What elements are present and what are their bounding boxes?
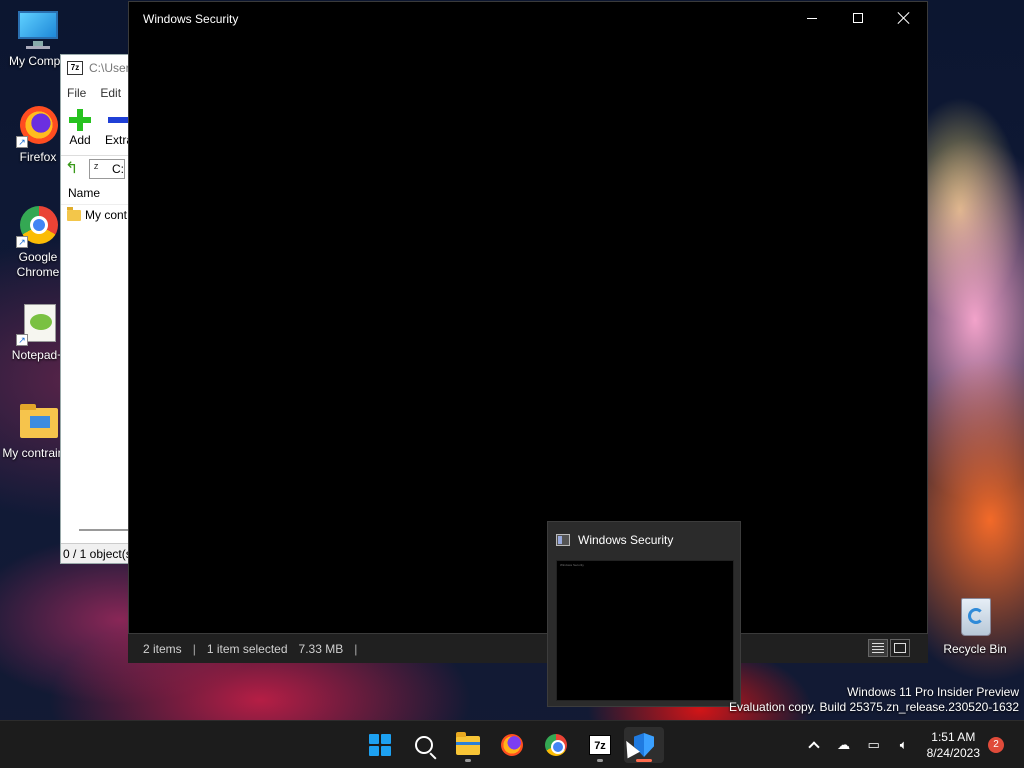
menu-edit[interactable]: Edit bbox=[100, 86, 121, 100]
taskbar-7zip[interactable]: 7z bbox=[580, 727, 620, 763]
explorer-status-bar: 2 items | 1 item selected 7.33 MB | bbox=[128, 634, 928, 663]
shield-icon bbox=[634, 733, 654, 757]
chevron-up-icon bbox=[807, 741, 820, 753]
address-input[interactable]: Z C: bbox=[89, 158, 125, 179]
view-toggle bbox=[868, 639, 910, 657]
status-item-count: 2 items bbox=[143, 641, 182, 656]
taskbar-thumbnail-preview[interactable]: Windows Security Windows Security bbox=[547, 521, 741, 707]
clock-time: 1:51 AM bbox=[931, 730, 976, 744]
watermark-line-2: Evaluation copy. Build 25375.zn_release.… bbox=[729, 700, 1019, 714]
thumbnail-header: Windows Security bbox=[548, 522, 740, 558]
running-indicator bbox=[597, 759, 603, 762]
status-size: 7.33 MB bbox=[298, 641, 344, 656]
desktop-icon-recycle-bin[interactable]: Recycle Bin bbox=[937, 596, 1013, 657]
clock-date: 8/24/2023 bbox=[926, 746, 980, 760]
windows-security-window[interactable]: Windows Security bbox=[128, 1, 928, 634]
thumbnail-title: Windows Security bbox=[578, 533, 674, 547]
evaluation-watermark: Windows 11 Pro Insider Preview Evaluatio… bbox=[729, 685, 1019, 715]
system-tray: ☁ ▭ 🔈︎ 1:51 AM 8/24/2023 2 bbox=[799, 721, 1024, 768]
7zip-title-path: C:\User bbox=[89, 61, 130, 75]
details-view-button[interactable] bbox=[868, 639, 888, 657]
taskbar-firefox[interactable] bbox=[492, 727, 532, 763]
notification-badge[interactable]: 2 bbox=[988, 737, 1004, 753]
list-item-label: My cont bbox=[85, 208, 128, 222]
watermark-line-1: Windows 11 Pro Insider Preview bbox=[847, 685, 1019, 699]
plus-icon bbox=[69, 109, 91, 131]
taskbar: 7z ☁ ▭ 🔈︎ 1:51 AM 8/24/2023 2 bbox=[0, 720, 1024, 768]
maximize-button[interactable] bbox=[835, 2, 881, 34]
thumbnail-image[interactable]: Windows Security bbox=[556, 560, 734, 701]
chrome-icon bbox=[545, 734, 567, 756]
shortcut-arrow-icon: ↗ bbox=[16, 236, 28, 248]
search-icon bbox=[415, 736, 433, 754]
windows-security-app-icon bbox=[556, 534, 570, 546]
add-button-label: Add bbox=[69, 133, 91, 147]
shortcut-arrow-icon: ↗ bbox=[16, 136, 28, 148]
tiles-view-button[interactable] bbox=[890, 639, 910, 657]
network-icon[interactable]: ▭ bbox=[862, 733, 886, 757]
maximize-icon bbox=[853, 13, 863, 23]
7zip-icon: Z bbox=[94, 164, 99, 171]
clock[interactable]: 1:51 AM 8/24/2023 bbox=[927, 729, 980, 761]
address-value: C: bbox=[112, 161, 124, 176]
folder-icon bbox=[16, 400, 60, 444]
windows-logo-icon bbox=[369, 734, 391, 756]
start-button[interactable] bbox=[360, 727, 400, 763]
status-selection: 1 item selected bbox=[206, 641, 288, 656]
active-indicator bbox=[636, 759, 652, 762]
running-indicator bbox=[465, 759, 471, 762]
minus-icon bbox=[108, 109, 130, 131]
volume-icon[interactable]: 🔈︎ bbox=[892, 733, 916, 757]
firefox-icon: ↗ bbox=[16, 104, 60, 148]
notepad-plus-plus-icon: ↗ bbox=[16, 302, 60, 346]
7zip-icon: 7z bbox=[589, 735, 611, 755]
close-button[interactable] bbox=[881, 2, 927, 34]
details-view-icon bbox=[872, 643, 884, 653]
show-hidden-icons-button[interactable] bbox=[802, 733, 826, 757]
minimize-icon bbox=[807, 17, 817, 19]
folder-icon bbox=[67, 206, 81, 221]
firefox-icon bbox=[501, 734, 523, 756]
tiles-view-icon bbox=[894, 643, 906, 653]
search-button[interactable] bbox=[404, 727, 444, 763]
close-icon bbox=[898, 12, 910, 24]
shortcut-arrow-icon: ↗ bbox=[16, 334, 28, 346]
thumbnail-mini-title: Windows Security bbox=[560, 563, 584, 567]
taskbar-file-explorer[interactable] bbox=[448, 727, 488, 763]
status-separator: | bbox=[354, 641, 358, 656]
minimize-button[interactable] bbox=[789, 2, 835, 34]
taskbar-chrome[interactable] bbox=[536, 727, 576, 763]
computer-monitor-icon bbox=[16, 8, 60, 52]
menu-file[interactable]: File bbox=[67, 86, 86, 100]
status-separator: | bbox=[192, 641, 196, 656]
7zip-status-text: 0 / 1 object(s bbox=[63, 546, 132, 561]
desktop-icon-label: Recycle Bin bbox=[943, 642, 1007, 656]
window-title: Windows Security bbox=[143, 12, 239, 26]
onedrive-icon[interactable]: ☁ bbox=[832, 733, 856, 757]
chrome-icon: ↗ bbox=[16, 204, 60, 248]
add-button[interactable]: Add bbox=[69, 109, 91, 155]
recycle-bin-icon bbox=[953, 596, 997, 640]
folder-icon bbox=[456, 731, 480, 755]
column-header-label: Name bbox=[68, 185, 101, 200]
7zip-icon: 7z bbox=[67, 61, 83, 75]
up-folder-icon[interactable]: ↰ bbox=[65, 160, 83, 178]
